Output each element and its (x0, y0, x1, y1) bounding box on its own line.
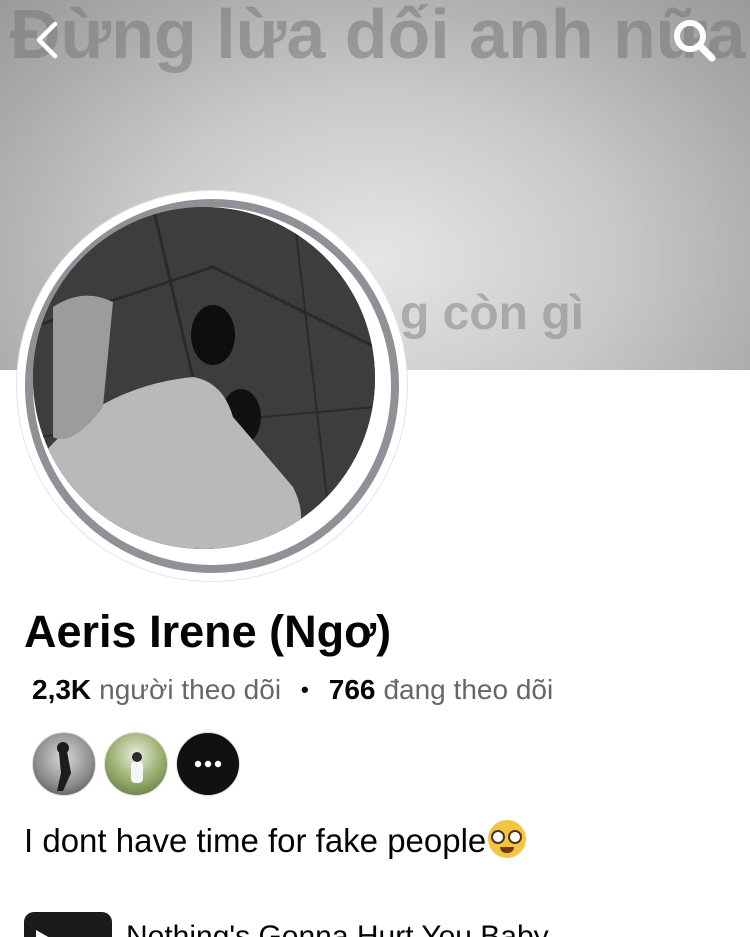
profile-bio: I dont have time for fake people (24, 820, 527, 860)
following-link[interactable]: 766 đang theo dõi (329, 674, 553, 706)
followers-label: người theo dõi (99, 674, 282, 705)
search-button[interactable] (666, 12, 722, 68)
cover-text-bottom: g còn gì (400, 287, 584, 340)
friends-more-button[interactable] (176, 732, 240, 796)
profile-music[interactable]: Nothing's Gonna Hurt You Baby (24, 912, 549, 937)
bio-text: I dont have time for fake people (24, 822, 487, 859)
music-thumbnail[interactable] (24, 912, 112, 937)
avatar-photo (33, 207, 375, 549)
following-label: đang theo dõi (383, 674, 554, 705)
search-icon (674, 20, 716, 62)
music-title: Nothing's Gonna Hurt You Baby (126, 920, 549, 937)
stats-separator: • (301, 677, 309, 702)
profile-avatar[interactable] (16, 190, 408, 582)
followers-count: 2,3K (32, 674, 92, 705)
friend-avatar-1[interactable] (32, 732, 96, 796)
profile-screen: Đừng lừa dối anh nữa g còn gì Aeris Iren… (0, 0, 750, 937)
friend-avatar-2[interactable] (104, 732, 168, 796)
profile-name: Aeris Irene (Ngơ) (24, 606, 392, 657)
following-count: 766 (328, 674, 376, 705)
back-button[interactable] (20, 12, 76, 68)
follow-stats: 2,3K người theo dõi • 766 đang theo dõi (32, 674, 553, 706)
cover-text-top: Đừng lừa dối anh nữa (10, 0, 746, 73)
play-icon (36, 930, 49, 937)
followers-link[interactable]: 2,3K người theo dõi (32, 674, 281, 706)
nerd-face-emoji-icon (488, 820, 527, 858)
mutual-friends-row (32, 732, 248, 796)
more-dots-icon (194, 760, 222, 768)
chevron-left-icon (36, 21, 58, 59)
